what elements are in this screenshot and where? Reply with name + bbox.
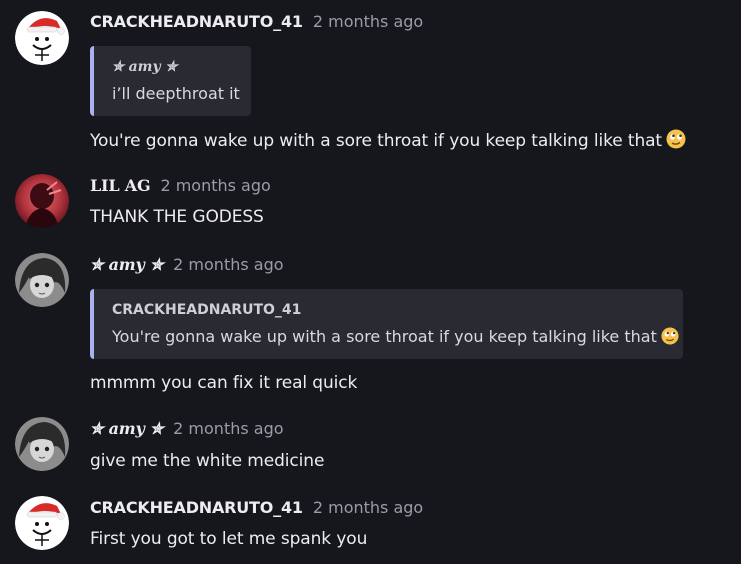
comment-text: give me the white medicine [90, 451, 325, 471]
comment-author[interactable]: CRACKHEADNARUTO_41 [90, 498, 303, 517]
comment-text: You're gonna wake up with a sore throat … [90, 129, 686, 154]
comment-feed: CRACKHEADNARUTO_41 2 months ago ✮ 𝒂𝒎𝒚 ✮ … [0, 0, 741, 564]
comment-author[interactable]: CRACKHEADNARUTO_41 [90, 12, 303, 31]
quoted-author: ✮ 𝒂𝒎𝒚 ✮ [112, 59, 178, 75]
santa-meme-face-icon[interactable] [15, 11, 69, 65]
comment-text: THANK THE GODESS [90, 207, 264, 227]
quoted-text: i’ll deepthroat it [112, 84, 240, 103]
comment-author[interactable]: ✮ 𝒂𝒎𝒚 ✮ [90, 255, 163, 274]
face-with-rolling-eyes-emoji [661, 327, 679, 349]
red-profile-photo-icon[interactable] [15, 174, 69, 228]
comment-timestamp[interactable]: 2 months ago [313, 12, 423, 31]
comment-timestamp[interactable]: 2 months ago [173, 255, 283, 274]
anime-girl-avatar-icon[interactable] [15, 253, 69, 307]
anime-girl-avatar-icon[interactable] [15, 417, 69, 471]
quoted-reply[interactable]: ✮ 𝒂𝒎𝒚 ✮ i’ll deepthroat it [90, 46, 251, 116]
quoted-text: You're gonna wake up with a sore throat … [112, 327, 679, 349]
santa-meme-face-icon[interactable] [15, 496, 69, 550]
comment-timestamp[interactable]: 2 months ago [160, 176, 270, 195]
quoted-author: CRACKHEADNARUTO_41 [112, 302, 302, 318]
comment-timestamp[interactable]: 2 months ago [313, 498, 423, 517]
quoted-reply[interactable]: CRACKHEADNARUTO_41 You're gonna wake up … [90, 289, 683, 359]
comment-text: First you got to let me spank you [90, 529, 368, 549]
comment-text: mmmm you can fix it real quick [90, 373, 358, 393]
comment-author[interactable]: ✮ 𝒂𝒎𝒚 ✮ [90, 419, 163, 438]
comment-author[interactable]: LIL AG [90, 176, 151, 195]
comment-timestamp[interactable]: 2 months ago [173, 419, 283, 438]
face-with-rolling-eyes-emoji [666, 129, 686, 154]
